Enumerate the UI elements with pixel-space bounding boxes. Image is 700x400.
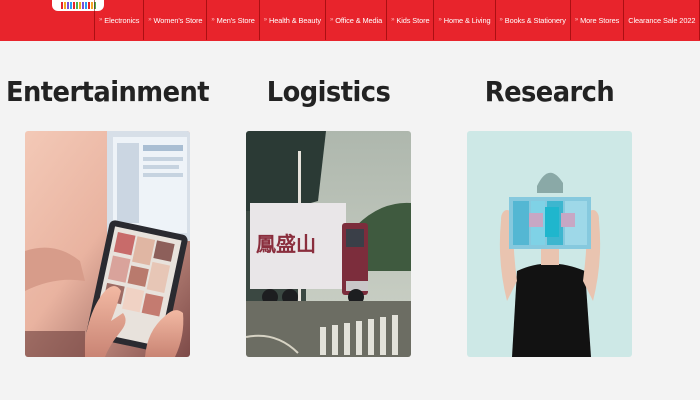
chevron-right-icon: » — [211, 17, 215, 23]
top-nav-bar: » Electronics » Women's Store » Men's St… — [0, 0, 700, 41]
person-using-tablet-photo[interactable] — [25, 131, 190, 357]
nav-item-books-stationery[interactable]: » Books & Stationery — [496, 0, 571, 40]
nav-item-home-living[interactable]: » Home & Living — [434, 0, 496, 40]
nav-item-office-media[interactable]: » Office & Media — [326, 0, 388, 40]
nav-item-health-beauty[interactable]: » Health & Beauty — [260, 0, 326, 40]
card-title: Logistics — [266, 75, 391, 108]
nav-item-label: Home & Living — [443, 15, 491, 25]
card-title: Research — [484, 75, 615, 108]
nav-item-mens-store[interactable]: » Men's Store — [207, 0, 260, 40]
nav-item-label: Kids Store — [396, 15, 430, 25]
chevron-right-icon: » — [148, 17, 152, 23]
chevron-right-icon: » — [391, 17, 395, 23]
chevron-right-icon: » — [99, 17, 103, 23]
category-cards: Entertainment Logistics 鳳盛山 Research — [0, 41, 700, 400]
logo-barcode-icon — [60, 2, 96, 9]
chevron-right-icon: » — [329, 17, 334, 23]
nav-item-label: More Stores — [580, 15, 620, 25]
svg-text:鳳盛山: 鳳盛山 — [256, 232, 316, 256]
nav-item-label: Health & Beauty — [269, 15, 321, 25]
nav-item-clearance-sale[interactable]: Clearance Sale 2022 — [624, 0, 700, 40]
nav-item-womens-store[interactable]: » Women's Store — [144, 0, 208, 40]
nav-item-label: Women's Store — [153, 15, 203, 25]
card-title: Entertainment — [5, 75, 210, 108]
delivery-truck-photo[interactable]: 鳳盛山 — [246, 131, 411, 357]
category-nav: » Electronics » Women's Store » Men's St… — [94, 0, 700, 40]
chevron-right-icon: » — [574, 17, 579, 23]
chevron-right-icon: » — [499, 17, 503, 23]
chevron-right-icon: » — [263, 17, 268, 23]
nav-item-label: Electronics — [104, 15, 140, 25]
nav-item-label: Office & Media — [335, 15, 383, 25]
nav-item-more-stores[interactable]: » More Stores — [571, 0, 625, 40]
nav-item-label: Clearance Sale 2022 — [628, 15, 696, 25]
nav-item-kids-store[interactable]: » Kids Store — [387, 0, 435, 40]
chevron-right-icon: » — [438, 17, 442, 23]
nav-item-label: Men's Store — [216, 15, 255, 25]
nav-item-label: Books & Stationery — [504, 15, 566, 25]
person-holding-model-photo[interactable] — [467, 131, 632, 357]
nav-item-electronics[interactable]: » Electronics — [94, 0, 145, 40]
